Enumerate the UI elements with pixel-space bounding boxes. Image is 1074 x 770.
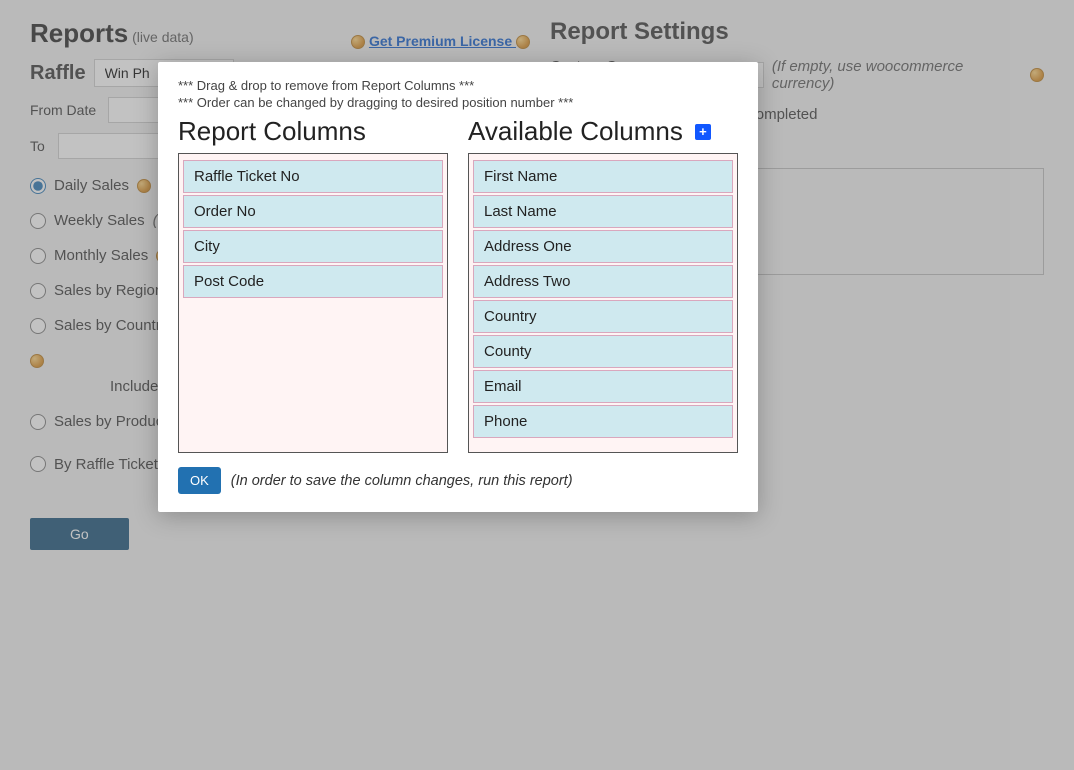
available-column-item[interactable]: Phone — [473, 405, 733, 438]
available-column-item[interactable]: Last Name — [473, 195, 733, 228]
report-columns-list[interactable]: Raffle Ticket NoOrder NoCityPost Code — [178, 153, 448, 453]
report-column-item[interactable]: Raffle Ticket No — [183, 160, 443, 193]
available-columns-list[interactable]: First NameLast NameAddress OneAddress Tw… — [468, 153, 738, 453]
ok-button[interactable]: OK — [178, 467, 221, 494]
available-column-item[interactable]: Address Two — [473, 265, 733, 298]
modal-note-1: *** Drag & drop to remove from Report Co… — [178, 78, 738, 93]
add-column-icon[interactable]: + — [695, 124, 711, 140]
available-column-item[interactable]: County — [473, 335, 733, 368]
available-columns-heading: Available Columns — [468, 116, 683, 147]
report-column-item[interactable]: Post Code — [183, 265, 443, 298]
columns-modal: *** Drag & drop to remove from Report Co… — [158, 62, 758, 512]
report-column-item[interactable]: City — [183, 230, 443, 263]
report-columns-heading: Report Columns — [178, 116, 366, 147]
available-column-item[interactable]: Email — [473, 370, 733, 403]
ok-note: (In order to save the column changes, ru… — [231, 473, 573, 489]
available-column-item[interactable]: First Name — [473, 160, 733, 193]
available-column-item[interactable]: Country — [473, 300, 733, 333]
modal-note-2: *** Order can be changed by dragging to … — [178, 95, 738, 110]
available-column-item[interactable]: Address One — [473, 230, 733, 263]
report-column-item[interactable]: Order No — [183, 195, 443, 228]
